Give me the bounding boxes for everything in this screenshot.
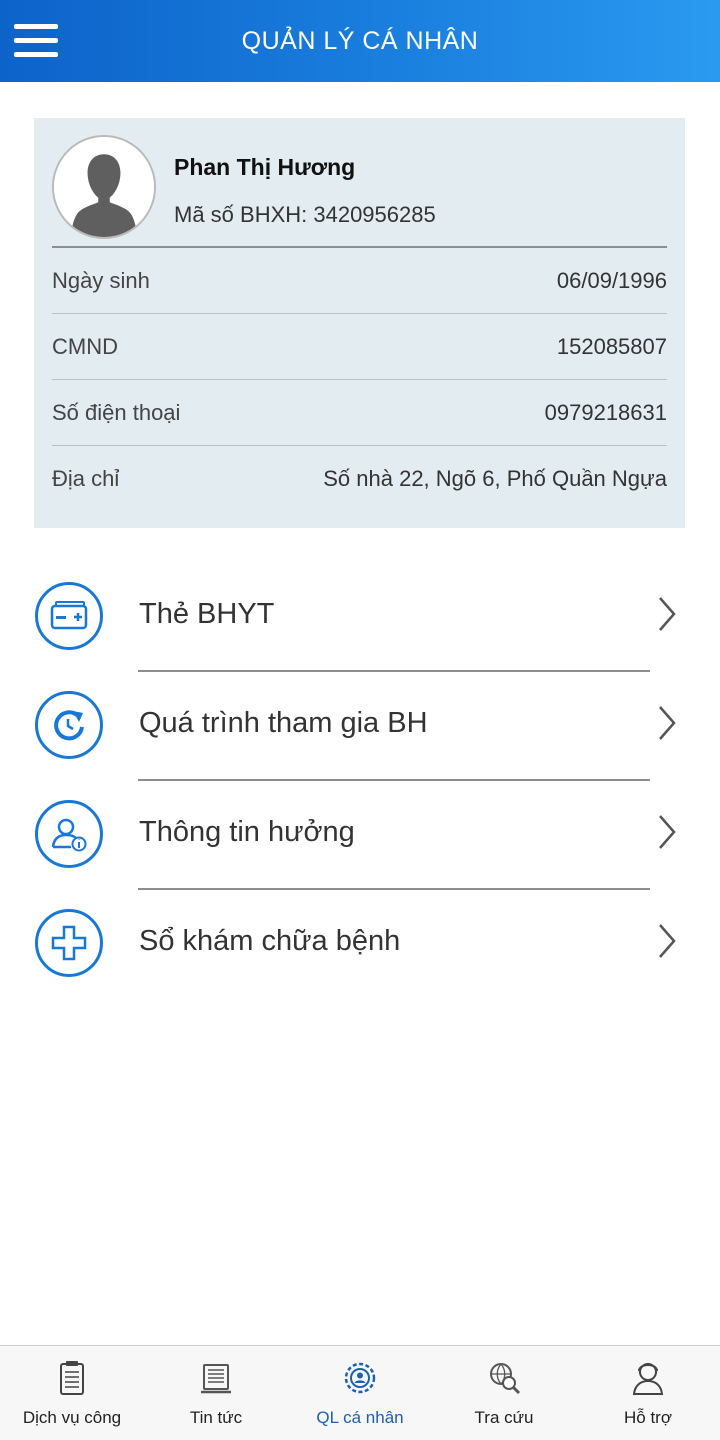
nav-label: Dịch vụ công xyxy=(22,1408,122,1427)
info-row-address: Địa chỉ Số nhà 22, Ngõ 6, Phố Quần Ngựa xyxy=(52,446,667,512)
page-title: QUẢN LÝ CÁ NHÂN xyxy=(241,26,479,55)
menu-label: Sổ khám chữa bệnh xyxy=(139,925,401,957)
nav-item-public-services[interactable]: Dịch vụ công xyxy=(0,1346,144,1440)
nav-item-news[interactable]: Tin tức xyxy=(144,1346,288,1440)
health-card-icon xyxy=(35,582,103,650)
clipboard-icon xyxy=(60,1361,84,1395)
info-label: Số điện thoại xyxy=(52,399,181,425)
info-value: Số nhà 22, Ngõ 6, Phố Quần Ngựa xyxy=(323,466,667,491)
insurance-code: Mã số BHXH: 3420956285 xyxy=(174,202,436,227)
info-label: CMND xyxy=(52,333,118,359)
info-label: Ngày sinh xyxy=(52,267,150,293)
hamburger-menu-icon[interactable] xyxy=(14,24,60,60)
menu-label: Thẻ BHYT xyxy=(139,598,275,630)
nav-label: Hỗ trợ xyxy=(624,1408,672,1427)
history-refresh-icon xyxy=(35,691,103,759)
menu-item-insurance-history[interactable]: Quá trình tham gia BH xyxy=(0,691,720,799)
menu-item-benefit-info[interactable]: Thông tin hưởng xyxy=(0,800,720,908)
chevron-right-icon xyxy=(659,815,676,849)
info-row-birthday: Ngày sinh 06/09/1996 xyxy=(52,248,667,314)
info-row-id-card: CMND 152085807 xyxy=(52,314,667,380)
menu-item-health-card[interactable]: Thẻ BHYT xyxy=(0,582,720,690)
menu-divider xyxy=(138,888,650,890)
info-value: 0979218631 xyxy=(544,399,667,425)
nav-label: Tra cứu xyxy=(474,1408,534,1427)
globe-search-icon xyxy=(490,1363,521,1395)
profile-card: Phan Thị Hương Mã số BHXH: 3420956285 Ng… xyxy=(34,118,685,528)
info-value: 06/09/1996 xyxy=(556,267,667,293)
nav-label: QL cá nhân xyxy=(316,1408,404,1427)
chevron-right-icon xyxy=(659,924,676,958)
app-header: QUẢN LÝ CÁ NHÂN xyxy=(0,0,720,82)
news-icon xyxy=(201,1364,231,1394)
nav-item-personal[interactable]: QL cá nhân xyxy=(288,1346,432,1440)
chevron-right-icon xyxy=(659,706,676,740)
menu-label: Thông tin hưởng xyxy=(139,816,355,848)
chevron-right-icon xyxy=(659,597,676,631)
menu-label: Quá trình tham gia BH xyxy=(139,707,428,739)
profile-name: Phan Thị Hương xyxy=(174,154,356,180)
medical-cross-icon xyxy=(35,909,103,977)
nav-item-support[interactable]: Hỗ trợ xyxy=(576,1346,720,1440)
user-info-icon xyxy=(35,800,103,868)
nav-label: Tin tức xyxy=(189,1408,243,1427)
menu-divider xyxy=(138,670,650,672)
info-value: 152085807 xyxy=(556,333,667,359)
menu-item-medical-book[interactable]: Sổ khám chữa bệnh xyxy=(0,909,720,1017)
support-person-icon xyxy=(632,1363,664,1395)
info-row-phone: Số điện thoại 0979218631 xyxy=(52,380,667,446)
nav-item-lookup[interactable]: Tra cứu xyxy=(432,1346,576,1440)
avatar xyxy=(52,135,156,239)
menu-divider xyxy=(138,779,650,781)
bottom-nav: Dịch vụ công Tin tức QL cá nhân Tra cứu xyxy=(0,1345,720,1440)
person-silhouette-icon xyxy=(54,137,154,237)
gear-user-icon xyxy=(344,1362,376,1394)
info-label: Địa chỉ xyxy=(52,466,120,491)
